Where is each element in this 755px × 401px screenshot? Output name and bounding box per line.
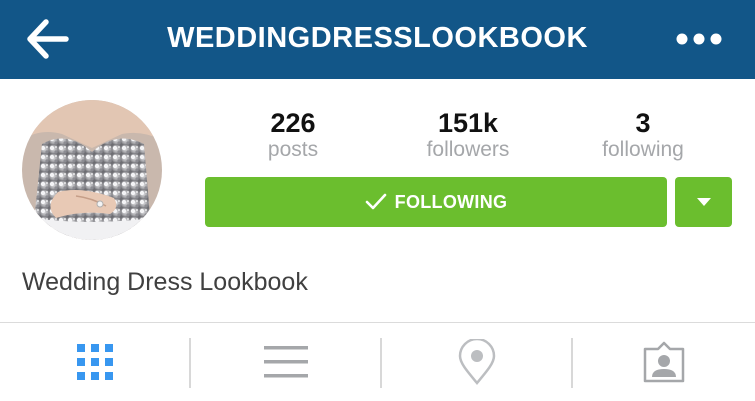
tab-list-view[interactable] — [191, 323, 381, 401]
list-icon — [264, 346, 308, 378]
following-button[interactable]: FOLLOWING — [205, 177, 667, 227]
checkmark-icon — [365, 193, 386, 210]
top-navigation-bar: WEDDINGDRESSLOOKBOOK — [0, 0, 755, 79]
tab-grid-view[interactable] — [0, 323, 190, 401]
suggestions-dropdown-button[interactable] — [675, 177, 732, 227]
followers-stat[interactable]: 151k followers — [393, 108, 543, 162]
followers-label: followers — [426, 138, 510, 161]
caret-down-icon — [696, 198, 711, 206]
grid-icon — [77, 344, 113, 380]
location-pin-icon — [458, 339, 496, 385]
following-label: following — [602, 138, 684, 161]
following-count: 3 — [635, 108, 651, 138]
following-button-label: FOLLOWING — [394, 191, 508, 212]
followers-count: 151k — [437, 108, 499, 138]
tab-map-view[interactable] — [382, 323, 572, 401]
tab-tagged-view[interactable] — [573, 323, 755, 401]
posts-stat[interactable]: 226 posts — [218, 108, 368, 162]
page-title: WEDDINGDRESSLOOKBOOK — [167, 22, 588, 54]
profile-avatar[interactable] — [22, 100, 162, 240]
following-stat[interactable]: 3 following — [568, 108, 718, 162]
more-horizontal-icon — [676, 33, 722, 45]
posts-count: 226 — [270, 108, 316, 138]
more-options-button[interactable] — [672, 28, 726, 50]
tagged-person-icon — [643, 341, 685, 383]
profile-full-name: Wedding Dress Lookbook — [22, 268, 308, 296]
profile-photo — [22, 100, 162, 240]
posts-label: posts — [267, 138, 319, 161]
